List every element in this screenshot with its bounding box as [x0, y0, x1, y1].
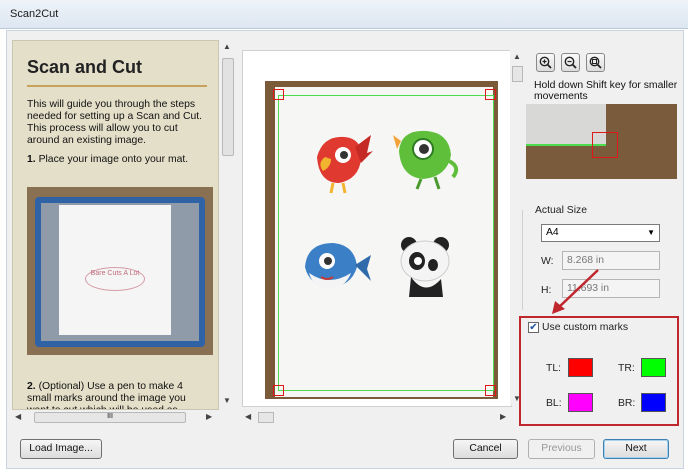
tl-label: TL: — [546, 363, 562, 374]
mark-bottom-left[interactable] — [273, 385, 284, 396]
guide-intro: This will guide you through the steps ne… — [27, 99, 203, 146]
shift-hint: Hold down Shift key for smaller movement… — [534, 80, 678, 102]
title-bar: Scan2Cut — [0, 0, 688, 29]
custom-marks-checkbox[interactable]: ✔ — [528, 322, 539, 333]
step-2-text: (Optional) Use a pen to make 4 small mar… — [27, 381, 186, 409]
mark-bottom-right[interactable] — [485, 385, 496, 396]
previous-button[interactable]: Previous — [528, 439, 595, 459]
guide-step-1: 1. Place your image onto your mat. — [27, 154, 207, 166]
group-divider — [522, 210, 523, 310]
custom-marks-label[interactable]: Use custom marks — [542, 322, 628, 333]
guide-step-2: 2. (Optional) Use a pen to make 4 small … — [27, 381, 207, 409]
instructions-panel: Scan and Cut This will guide you through… — [12, 40, 219, 410]
cancel-button[interactable]: Cancel — [453, 439, 518, 459]
photo-logo: Bare Cuts A Lot — [85, 267, 145, 291]
scroll-up-icon[interactable]: ▲ — [223, 42, 231, 51]
br-color-swatch[interactable] — [641, 393, 666, 412]
zoom-fit-button[interactable] — [586, 53, 605, 72]
chevron-down-icon: ▼ — [647, 228, 655, 237]
scan-canvas[interactable] — [242, 50, 512, 407]
zoom-out-button[interactable] — [561, 53, 580, 72]
zoom-fit-icon — [589, 56, 602, 69]
panda-image — [400, 237, 450, 297]
canvas-scroll-right-icon[interactable]: ▶ — [500, 412, 506, 421]
scanned-image — [265, 81, 498, 399]
guide-scroll-thumb[interactable] — [222, 58, 234, 156]
scroll-left-icon[interactable]: ◀ — [15, 412, 21, 421]
magnifier-preview — [526, 104, 677, 179]
window-title: Scan2Cut — [10, 8, 59, 20]
step-2-number: 2. — [27, 381, 36, 392]
canvas-v-scroll-thumb[interactable] — [512, 66, 523, 82]
tr-color-swatch[interactable] — [641, 358, 666, 377]
mark-top-right[interactable] — [485, 89, 496, 100]
guide-vertical-scrollbar[interactable]: ▲ ▼ — [220, 40, 234, 408]
chameleon-image — [393, 130, 459, 190]
step-1-text: Place your image onto your mat. — [38, 154, 189, 165]
guide-horizontal-scrollbar[interactable]: ◀ III ▶ — [12, 410, 217, 424]
guide-h-scroll-thumb[interactable]: III — [34, 412, 186, 423]
width-label: W: — [541, 256, 554, 267]
br-label: BR: — [618, 398, 636, 409]
bl-color-swatch[interactable] — [568, 393, 593, 412]
mark-top-left[interactable] — [273, 89, 284, 100]
canvas-h-scroll-thumb[interactable] — [258, 412, 274, 423]
zoom-out-icon — [564, 56, 577, 69]
tl-color-swatch[interactable] — [568, 358, 593, 377]
paper-size-select[interactable]: A4 ▼ — [541, 224, 660, 242]
cutting-mat: Bare Cuts A Lot — [35, 197, 205, 347]
step-1-number: 1. — [27, 154, 36, 165]
next-button[interactable]: Next — [603, 439, 669, 459]
scroll-down-icon[interactable]: ▼ — [223, 396, 231, 405]
tr-label: TR: — [618, 363, 635, 374]
heading-divider — [27, 85, 207, 87]
mat-photo: Bare Cuts A Lot — [27, 187, 213, 355]
preview-mark — [592, 132, 618, 158]
width-field[interactable]: 8.268 in — [562, 251, 660, 270]
guide-heading: Scan and Cut — [27, 57, 143, 77]
canvas-scroll-left-icon[interactable]: ◀ — [245, 412, 251, 421]
parrot-image — [317, 135, 373, 194]
paper-size-value: A4 — [546, 227, 559, 238]
height-field[interactable]: 11.693 in — [562, 279, 660, 298]
load-image-button[interactable]: Load Image... — [20, 439, 102, 459]
whale-image — [305, 243, 371, 289]
bl-label: BL: — [546, 398, 562, 409]
scroll-right-icon[interactable]: ▶ — [206, 412, 212, 421]
mat-paper: Bare Cuts A Lot — [59, 205, 171, 335]
zoom-in-button[interactable] — [536, 53, 555, 72]
height-label: H: — [541, 285, 552, 296]
zoom-in-icon — [539, 56, 552, 69]
canvas-horizontal-scrollbar[interactable]: ◀ ▶ — [242, 410, 510, 424]
canvas-scroll-up-icon[interactable]: ▲ — [513, 52, 521, 61]
size-group-label: Actual Size — [535, 205, 587, 216]
